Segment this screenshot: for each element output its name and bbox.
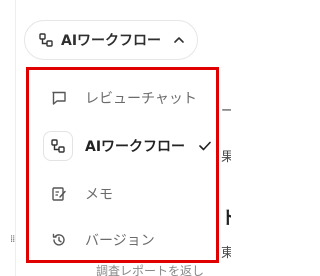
chat-bubble-icon — [49, 88, 69, 108]
background-text: 果 — [221, 150, 231, 165]
workflow-icon — [43, 131, 73, 161]
mode-selector-label: AIワークフロー — [61, 33, 162, 49]
background-text: ト — [221, 208, 231, 229]
mode-selector-button[interactable]: AIワークフロー — [24, 20, 198, 60]
menu-item-review-chat[interactable]: レビューチャット — [39, 78, 216, 118]
background-text: ー — [221, 104, 231, 119]
menu-item-label: バージョン — [85, 233, 155, 249]
workflow-icon — [39, 33, 53, 47]
mode-dropdown-menu: レビューチャット AIワークフロー メモ バージョン — [26, 67, 219, 263]
menu-item-memo[interactable]: メモ — [39, 174, 216, 214]
menu-item-label: レビューチャット — [85, 91, 197, 107]
menu-item-label: AIワークフロー — [85, 139, 186, 155]
chevron-up-icon — [173, 36, 185, 44]
memo-edit-icon — [49, 184, 69, 204]
history-icon — [49, 230, 69, 250]
background-text: 調査レポートを返し — [96, 264, 205, 276]
menu-item-ai-workflow[interactable]: AIワークフロー — [39, 126, 216, 166]
panel-divider — [15, 0, 16, 276]
menu-item-version[interactable]: バージョン — [39, 220, 216, 260]
page: ⁞⁞ ー 果 ト 東 調査レポートを返し AIワークフロー レビューチャット A… — [0, 0, 231, 276]
drag-handle-icon[interactable]: ⁞⁞ — [10, 234, 15, 245]
menu-item-label: メモ — [85, 187, 113, 203]
checkmark-icon — [195, 136, 215, 156]
background-text: 東 — [221, 246, 231, 261]
